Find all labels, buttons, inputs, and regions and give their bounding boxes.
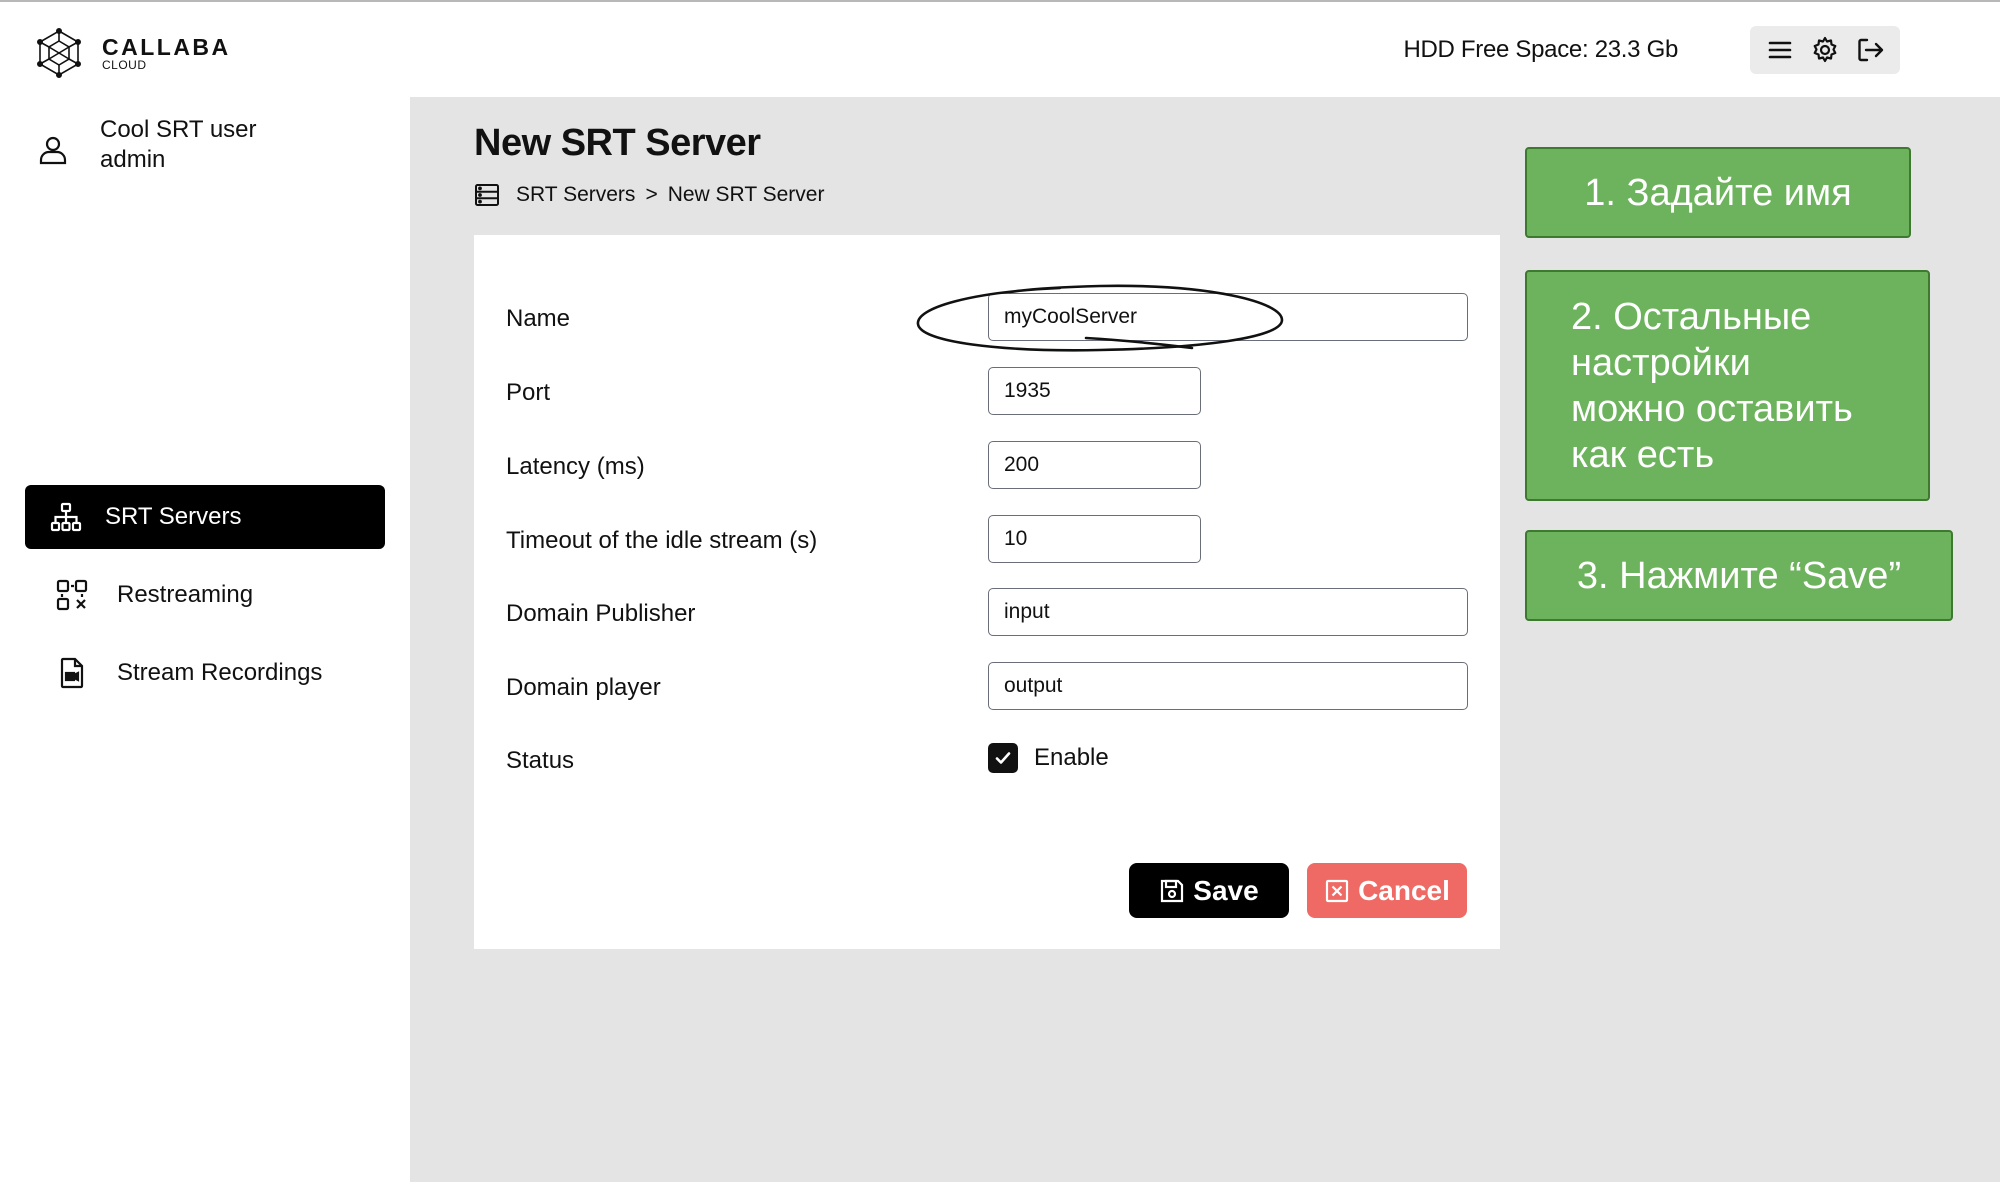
floppy-icon [1161, 879, 1184, 902]
top-bar: HDD Free Space: 23.3 Gb [410, 2, 2000, 97]
form-row-timeout: Timeout of the idle stream (s) [474, 515, 1500, 565]
domain-player-input[interactable] [988, 662, 1468, 710]
enable-checkbox[interactable] [988, 743, 1018, 773]
server-icon [475, 184, 499, 206]
callout-step-1: 1. Задайте имя [1525, 147, 1911, 238]
logo-name: CALLABA [102, 33, 231, 60]
domain-publisher-label: Domain Publisher [506, 600, 696, 627]
callout-step-3: 3. Нажмите “Save” [1525, 530, 1953, 621]
latency-input[interactable] [988, 441, 1201, 489]
new-server-form: Name Port Latency (ms) Timeout of the id… [474, 235, 1500, 949]
user-icon [39, 136, 67, 165]
sidebar-item-stream-recordings[interactable]: Stream Recordings [25, 641, 385, 705]
name-label: Name [506, 305, 571, 332]
sidebar-item-restreaming[interactable]: Restreaming [25, 563, 385, 627]
toolbar [1750, 26, 1900, 74]
form-row-status: Status Enable [474, 735, 1500, 785]
port-input[interactable] [988, 367, 1201, 415]
port-label: Port [506, 379, 551, 406]
gear-icon[interactable] [1810, 35, 1840, 65]
cancel-button[interactable]: Cancel [1307, 863, 1467, 918]
status-toggle: Enable [988, 743, 1109, 773]
sidebar-item-label: Stream Recordings [117, 659, 323, 686]
form-row-port: Port [474, 367, 1500, 417]
domain-player-label: Domain player [506, 674, 661, 701]
sidebar-item-srt-servers[interactable]: SRT Servers [25, 485, 385, 549]
sidebar-nav: SRT Servers Restreaming Stream Recording… [25, 485, 385, 719]
logo[interactable]: CALLABA CLOUD [34, 28, 231, 78]
domain-publisher-input[interactable] [988, 588, 1468, 636]
page-title: New SRT Server [474, 122, 761, 164]
logo-sub: CLOUD [102, 57, 147, 72]
user-profile[interactable]: Cool SRT user admin [36, 115, 257, 175]
top-border [0, 0, 2000, 2]
sidebar: CALLABA CLOUD Cool SRT user admin SRT Se… [0, 0, 410, 1182]
breadcrumb: SRT Servers > New SRT Server [474, 182, 824, 208]
form-row-domain-player: Domain player [474, 662, 1500, 712]
callout-step-2-line: как есть [1571, 434, 1715, 476]
logo-icon [36, 28, 81, 78]
sidebar-item-label: Restreaming [117, 581, 254, 608]
save-label: Save [1193, 874, 1259, 906]
user-name: Cool SRT user [100, 116, 257, 143]
menu-icon[interactable] [1765, 35, 1795, 65]
breadcrumb-separator: > [645, 183, 658, 206]
callout-step-2-line: 2. Остальные [1571, 296, 1812, 338]
breadcrumb-current: New SRT Server [667, 183, 825, 206]
form-row-latency: Latency (ms) [474, 441, 1500, 491]
sidebar-item-label: SRT Servers [105, 503, 242, 530]
close-box-icon [1325, 879, 1349, 902]
callout-step-2-line: можно оставить [1571, 388, 1853, 430]
hdd-free-space: HDD Free Space: 23.3 Gb [1403, 36, 1678, 63]
enable-label[interactable]: Enable [1034, 744, 1109, 772]
check-icon [995, 752, 1011, 764]
form-row-domain-publisher: Domain Publisher [474, 588, 1500, 638]
timeout-label: Timeout of the idle stream (s) [506, 527, 818, 554]
breadcrumb-link-srt-servers[interactable]: SRT Servers [516, 183, 635, 207]
latency-label: Latency (ms) [506, 453, 645, 480]
user-role: admin [100, 146, 166, 173]
restream-icon [56, 579, 88, 611]
cancel-label: Cancel [1358, 874, 1450, 906]
form-row-name: Name [474, 293, 1500, 343]
callout-step-2-line: настройки [1571, 342, 1751, 384]
sitemap-icon [50, 502, 82, 532]
logout-icon[interactable] [1855, 35, 1885, 65]
file-video-icon [60, 657, 84, 689]
name-input[interactable] [988, 293, 1468, 341]
callout-step-2: 2. Остальные настройки можно оставить ка… [1525, 270, 1930, 501]
save-button[interactable]: Save [1129, 863, 1289, 918]
status-label: Status [506, 747, 575, 774]
timeout-input[interactable] [988, 515, 1201, 563]
